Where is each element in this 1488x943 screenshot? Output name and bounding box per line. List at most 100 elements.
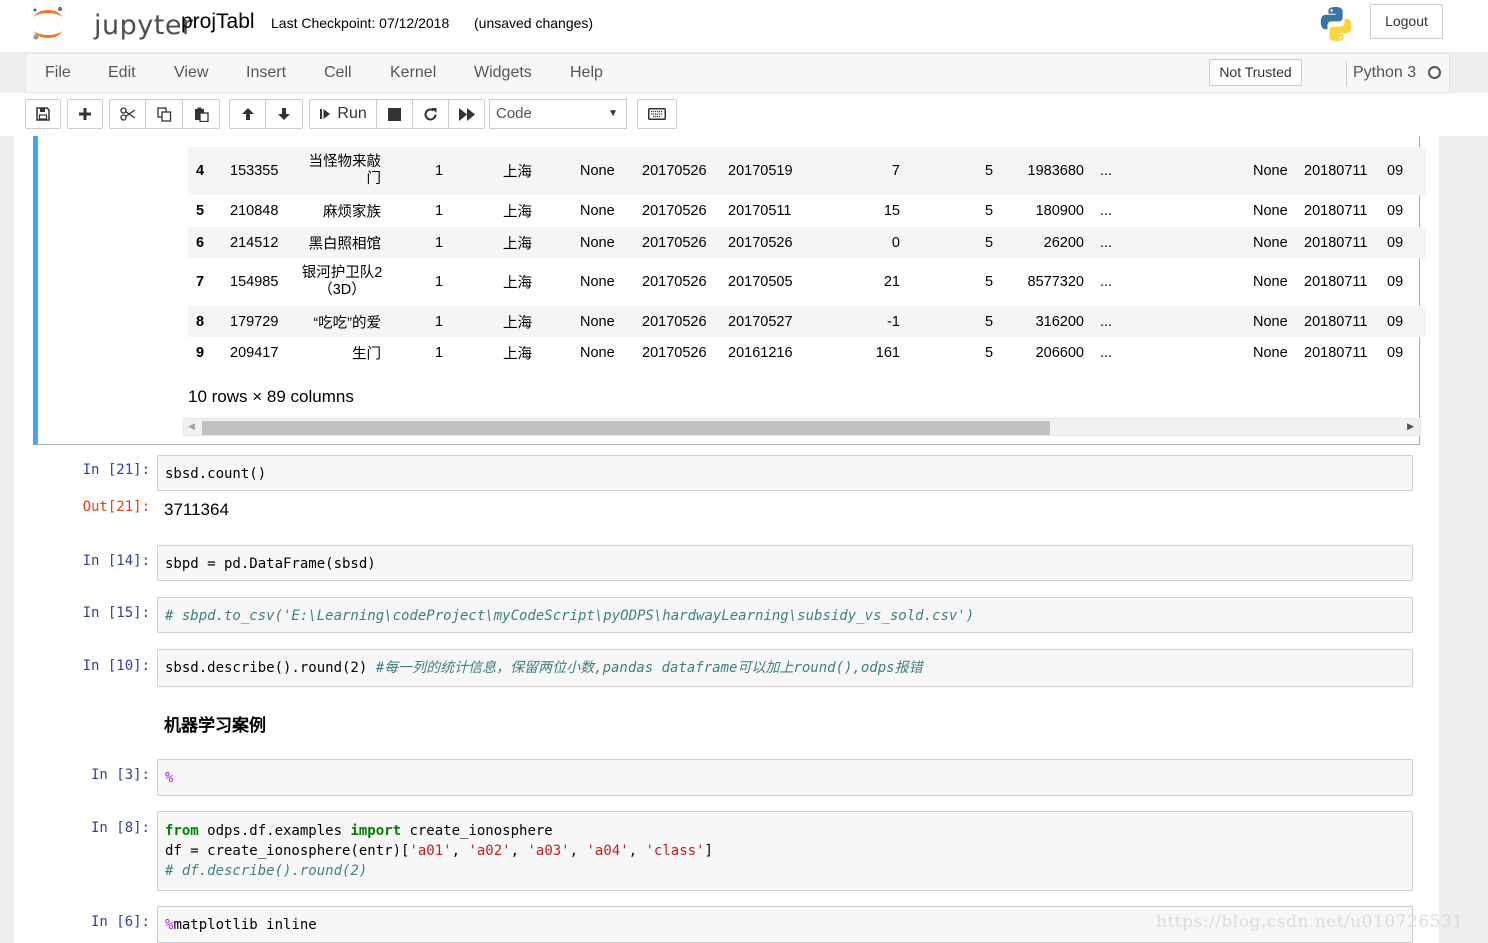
cell-id: 209417 (230, 344, 279, 361)
paste-button[interactable] (183, 99, 220, 129)
jupyter-logo[interactable]: jupyter (28, 4, 193, 44)
fast-forward-icon (458, 107, 475, 121)
cell-none: None (580, 274, 615, 290)
cell-five: 5 (985, 344, 994, 361)
menu-file[interactable]: File (45, 64, 71, 82)
interrupt-button[interactable] (377, 99, 413, 129)
cell-days: 15 (883, 203, 900, 219)
insert-cell-button[interactable] (67, 99, 103, 129)
string-literal: 'class' (645, 843, 705, 859)
keyword-from: from (165, 823, 199, 839)
menu-help[interactable]: Help (570, 64, 603, 82)
cell-ellipsis: ... (1100, 234, 1113, 251)
cell-last: 09 (1387, 163, 1404, 179)
save-button[interactable] (25, 99, 61, 129)
cell-last: 09 (1387, 274, 1404, 290)
cell-date2: 20161216 (728, 344, 793, 361)
cell-none2: None (1253, 313, 1288, 330)
cell-date2: 20170527 (728, 313, 793, 330)
checkpoint-status: Last Checkpoint: 07/12/2018 (271, 15, 450, 31)
code-line-1: from odps.df.examples import create_iono… (165, 821, 1405, 841)
copy-button[interactable] (146, 99, 183, 129)
copy-icon (156, 106, 171, 122)
watermark: https://blog.csdn.net/u010726531 (1156, 912, 1464, 932)
cell-flag: 1 (435, 344, 444, 361)
horizontal-scrollbar[interactable]: ◀ ▶ (183, 418, 1421, 436)
step-forward-icon (320, 109, 331, 120)
code-cell-input[interactable]: sbsd.count() (157, 455, 1413, 491)
cell-date2: 20170505 (728, 274, 793, 290)
scroll-right-arrow-icon[interactable]: ▶ (1407, 421, 1414, 432)
restart-run-all-button[interactable] (449, 99, 485, 129)
kernel-name[interactable]: Python 3 (1353, 64, 1416, 82)
cut-button[interactable] (109, 99, 146, 129)
not-trusted-button[interactable]: Not Trusted (1209, 59, 1302, 86)
output-prompt: Out[21]: (82, 499, 150, 515)
cell-flag: 1 (435, 274, 444, 290)
save-icon (36, 107, 50, 121)
menu-view[interactable]: View (174, 64, 208, 82)
cell-title: 麻烦家族 (323, 204, 381, 221)
kernel-separator (1346, 61, 1347, 86)
paste-icon (194, 107, 209, 122)
cell-ellipsis: ... (1100, 163, 1113, 179)
cell-amount: 206600 (1035, 344, 1084, 361)
cell-five: 5 (985, 163, 994, 179)
autosave-status: (unsaved changes) (474, 15, 594, 31)
cell-type-value: Code (496, 105, 532, 122)
import-name: create_ionosphere (401, 823, 553, 839)
menu-edit[interactable]: Edit (108, 64, 136, 82)
string-literal: 'a01' (409, 843, 452, 859)
code-cell-input[interactable]: # sbpd.to_csv('E:\Learning\codeProject\m… (157, 597, 1413, 633)
cell-flag: 1 (435, 163, 444, 179)
cell-days: 7 (891, 163, 900, 179)
menu-cell[interactable]: Cell (324, 64, 352, 82)
selected-output-cell[interactable]: 4 153355 当怪物来敲门 1 上海 None 20170526 20170… (33, 136, 1426, 445)
notebook-name[interactable]: projTabl (181, 10, 255, 34)
menu-kernel[interactable]: Kernel (390, 64, 436, 82)
cell-city: 上海 (503, 204, 532, 221)
cell-id: 153355 (230, 163, 279, 179)
logout-button[interactable]: Logout (1370, 4, 1443, 39)
cell-none: None (580, 344, 615, 361)
code-cell-input[interactable]: from odps.df.examples import create_iono… (157, 811, 1413, 891)
code-text: matplotlib inline (173, 917, 317, 933)
code-cell-input[interactable]: % (157, 759, 1413, 796)
cell-type-select[interactable]: Code ▼ (489, 99, 627, 129)
cell-ellipsis: ... (1100, 203, 1113, 219)
cell-ellipsis: ... (1100, 274, 1113, 290)
table-row: 5 210848 麻烦家族 1 上海 None 20170526 2017051… (188, 195, 1426, 227)
module-name: odps.df.examples (198, 823, 351, 839)
move-down-button[interactable] (266, 99, 303, 129)
separator: , (628, 843, 646, 859)
move-up-button[interactable] (229, 99, 266, 129)
markdown-heading[interactable]: 机器学习案例 (164, 711, 266, 736)
code-cell-input[interactable]: sbpd = pd.DataFrame(sbsd) (157, 545, 1413, 581)
menu-widgets[interactable]: Widgets (474, 64, 532, 82)
row-index: 5 (196, 203, 205, 219)
menu-insert[interactable]: Insert (246, 64, 286, 82)
cell-city: 上海 (503, 164, 532, 181)
cell-date2: 20170519 (728, 163, 793, 179)
notebook-container[interactable]: 4 153355 当怪物来敲门 1 上海 None 20170526 20170… (14, 136, 1439, 943)
run-button[interactable]: Run (309, 99, 377, 129)
scrollbar-thumb[interactable] (202, 421, 1050, 435)
logo-text: jupyter (94, 10, 194, 41)
cell-none: None (580, 203, 615, 219)
cell-none2: None (1253, 344, 1288, 361)
cell-title: “吃吃”的爱 (313, 315, 381, 331)
cell-days: -1 (887, 313, 900, 330)
code-cell-input[interactable]: sbsd.describe().round(2) #每一列的统计信息，保留两位小… (157, 649, 1413, 687)
cell-five: 5 (985, 274, 994, 290)
cell-date1: 20170526 (642, 313, 707, 330)
cell-none: None (580, 163, 615, 179)
string-literal: 'a03' (527, 843, 570, 859)
restart-button[interactable] (413, 99, 449, 129)
input-prompt: In [3]: (90, 767, 150, 783)
cell-date1: 20170526 (642, 274, 707, 290)
scroll-left-arrow-icon[interactable]: ◀ (188, 421, 195, 432)
cell-id: 210848 (230, 203, 279, 219)
command-palette-button[interactable] (637, 99, 677, 129)
keyboard-icon (648, 108, 666, 121)
cell-date3: 20180711 (1304, 234, 1368, 251)
